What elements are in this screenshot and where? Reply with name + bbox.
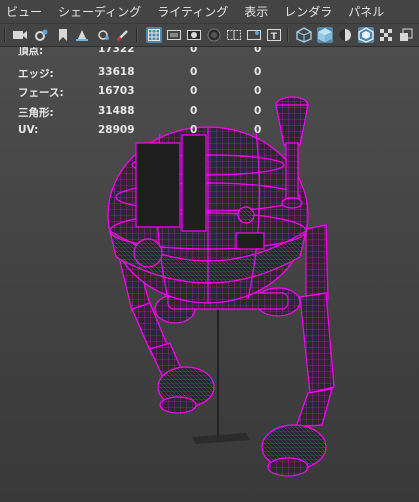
bookmark-icon[interactable] [55, 27, 71, 43]
panel-toolbar: T [0, 24, 419, 47]
film-gate-icon[interactable] [166, 27, 182, 43]
menu-view[interactable]: ビュー [6, 3, 42, 20]
hud-value: 33618 [98, 66, 135, 78]
hud-value: 0 [190, 85, 198, 97]
body-sphere [107, 126, 309, 304]
hud-value: 17322 [98, 47, 135, 55]
hud-value: 0 [190, 66, 198, 78]
hud-label: UV: [18, 124, 39, 136]
textured-icon[interactable] [378, 27, 394, 43]
hud-value: 0 [254, 105, 262, 117]
menu-shading[interactable]: シェーディング [58, 3, 141, 20]
svg-text:T: T [271, 32, 278, 42]
hud-value: 28909 [98, 124, 135, 136]
toolbar-separator [4, 28, 6, 42]
shadows-icon[interactable] [398, 27, 414, 43]
camera-icon[interactable] [12, 27, 28, 43]
wireframe-icon[interactable] [296, 27, 312, 43]
image-plane-icon[interactable] [74, 27, 90, 43]
paint-icon[interactable] [115, 27, 131, 43]
hud-label: フェース: [18, 87, 64, 99]
resolution-gate-icon[interactable] [186, 27, 202, 43]
hud-value: 0 [254, 47, 262, 55]
ground-shadow [192, 433, 250, 444]
hud-label: 三角形: [18, 107, 54, 119]
panel-menu-bar: ビュー シェーディング ライティング 表示 レンダラ パネル [0, 0, 419, 24]
maya-viewport-panel: ビュー シェーディング ライティング 表示 レンダラ パネル T 頂点: 173… [0, 0, 419, 502]
toolbar-separator [287, 28, 289, 42]
menu-renderer[interactable]: レンダラ [284, 3, 332, 20]
hud-value: 0 [190, 124, 198, 136]
hud-value: 0 [254, 85, 262, 97]
lighting-icon[interactable] [337, 27, 353, 43]
3d-viewport[interactable]: 頂点: 17322 0 0 エッジ: 33618 0 0 フェース: 16703… [0, 47, 419, 502]
field-chart-icon[interactable] [226, 27, 242, 43]
hud-value: 0 [190, 47, 198, 55]
menu-show[interactable]: 表示 [244, 3, 268, 20]
move-icon[interactable] [95, 27, 111, 43]
hud-value: 0 [254, 66, 262, 78]
menu-panels[interactable]: パネル [348, 3, 384, 20]
hud-value: 31488 [98, 105, 135, 117]
robot-wireframe-model [107, 96, 335, 477]
hud-label: 頂点: [18, 47, 44, 57]
hud-value: 0 [190, 105, 198, 117]
grid-icon[interactable] [146, 27, 162, 43]
gate-mask-icon[interactable] [206, 27, 222, 43]
menu-lighting[interactable]: ライティング [157, 3, 228, 20]
hud-label: エッジ: [18, 68, 54, 80]
smooth-shade-icon[interactable] [317, 27, 333, 43]
hud-value: 16703 [98, 85, 135, 97]
safe-action-icon[interactable] [246, 27, 262, 43]
camera-attributes-icon[interactable] [33, 27, 49, 43]
safe-title-icon[interactable]: T [266, 27, 282, 43]
toolbar-separator [136, 28, 138, 42]
xray-icon[interactable] [358, 27, 374, 43]
hud-value: 0 [254, 124, 262, 136]
